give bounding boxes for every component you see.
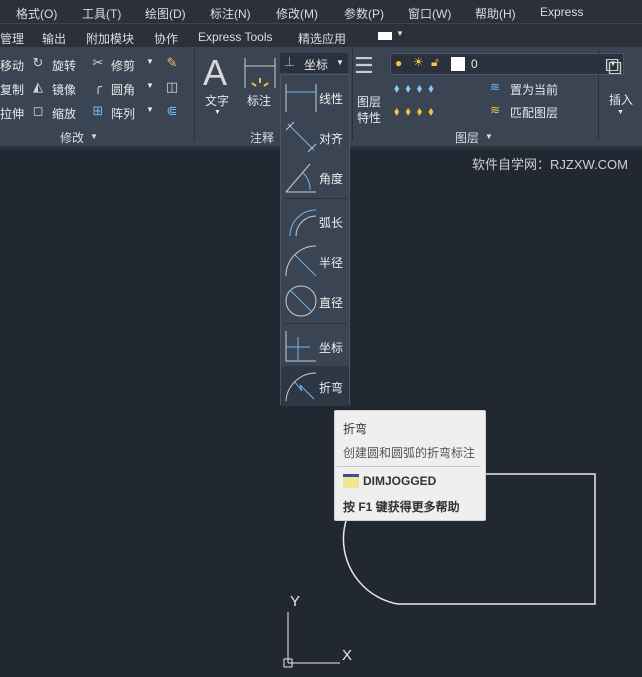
tooltip: 折弯 创建圆和圆弧的折弯标注 DIMJOGGED 按 F1 键获得更多帮助: [334, 410, 486, 521]
dimension-type-menu: 线性 对齐 角度 弧长 半径 直径 坐标 折弯: [280, 74, 350, 406]
command-icon: [343, 474, 359, 488]
menu-item-radius[interactable]: 半径: [281, 241, 349, 281]
menu-item-arc-length[interactable]: 弧长: [281, 201, 349, 241]
menu-item-label: 角度: [319, 172, 344, 186]
menu-item-label: 折弯: [319, 381, 344, 395]
ucs-x-label: X: [342, 647, 353, 664]
menu-item-label: 对齐: [319, 132, 344, 146]
ucs-icon: [283, 612, 340, 668]
menu-item-jogged[interactable]: 折弯: [281, 366, 349, 406]
menu-item-angular[interactable]: 角度: [281, 157, 349, 197]
menu-item-aligned[interactable]: 对齐: [281, 117, 349, 157]
menu-item-label: 坐标: [319, 341, 344, 355]
menu-item-label: 半径: [319, 256, 344, 270]
tooltip-command: DIMJOGGED: [363, 474, 437, 488]
menu-item-label: 线性: [319, 92, 344, 106]
tooltip-help: 按 F1 键获得更多帮助: [343, 500, 460, 514]
tooltip-title: 折弯: [343, 422, 368, 436]
menu-item-diameter[interactable]: 直径: [281, 281, 349, 321]
menu-item-label: 直径: [319, 296, 344, 310]
menu-item-linear[interactable]: 线性: [281, 77, 349, 117]
tooltip-description: 创建圆和圆弧的折弯标注: [343, 446, 476, 460]
ucs-y-label: Y: [290, 593, 301, 610]
menu-item-label: 弧长: [319, 216, 344, 230]
menu-item-ordinate[interactable]: 坐标: [281, 326, 349, 366]
